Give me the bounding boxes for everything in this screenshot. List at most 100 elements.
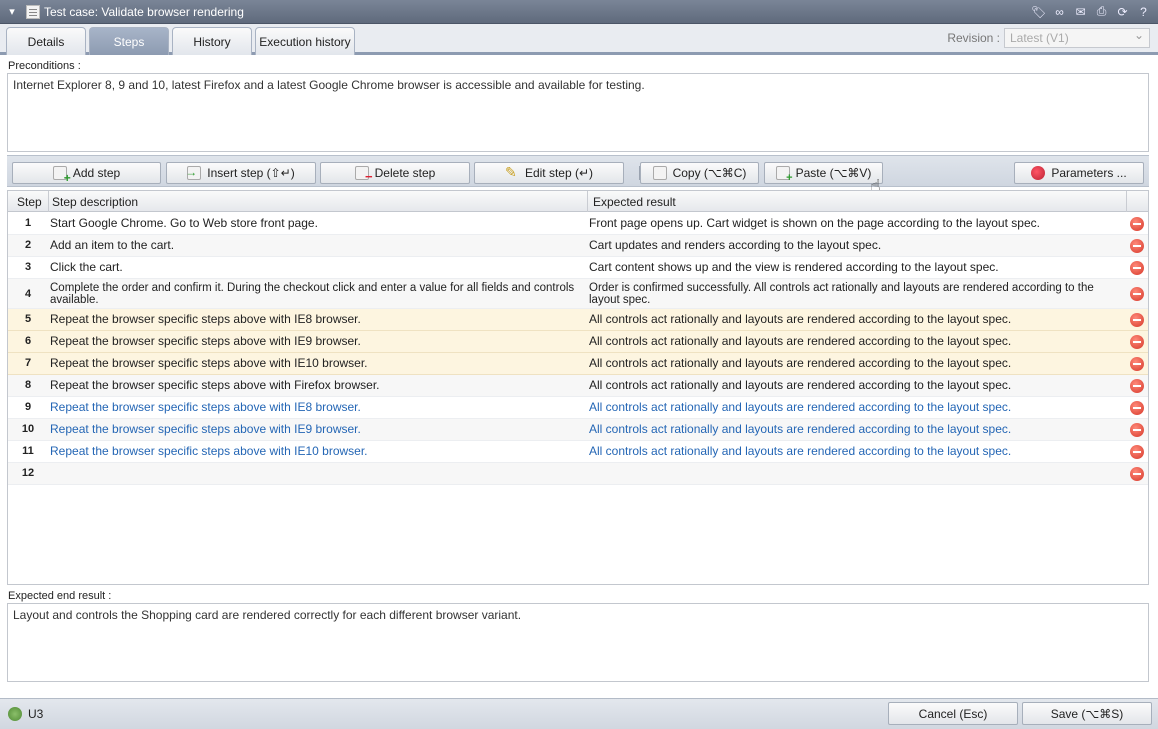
step-expected[interactable]: Cart updates and renders according to th…: [589, 239, 1124, 251]
step-expected[interactable]: All controls act rationally and layouts …: [589, 335, 1124, 347]
paste-button[interactable]: Paste (⌥⌘V): [764, 162, 883, 184]
table-row[interactable]: 1 Start Google Chrome. Go to Web store f…: [8, 213, 1148, 235]
step-number: 8: [24, 379, 32, 391]
copy-button[interactable]: Copy (⌥⌘C): [640, 162, 759, 184]
step-number: 2: [24, 239, 32, 251]
copy-label: Copy (⌥⌘C): [672, 166, 747, 180]
collapse-chevron-icon[interactable]: ▾: [2, 5, 22, 18]
table-row[interactable]: 12: [8, 463, 1148, 485]
help-icon[interactable]: ?: [1135, 3, 1152, 20]
preconditions-field[interactable]: Internet Explorer 8, 9 and 10, latest Fi…: [7, 73, 1149, 152]
table-row[interactable]: 10 Repeat the browser specific steps abo…: [8, 419, 1148, 441]
step-expected[interactable]: All controls act rationally and layouts …: [589, 313, 1124, 325]
header-description[interactable]: Step description: [52, 195, 138, 209]
step-number: 7: [24, 357, 32, 369]
refresh-icon[interactable]: ⟳: [1114, 3, 1131, 20]
table-row[interactable]: 7 Repeat the browser specific steps abov…: [8, 353, 1148, 375]
mail-icon[interactable]: ✉: [1072, 3, 1089, 20]
tab-execution-history[interactable]: Execution history: [255, 27, 355, 55]
add-step-button[interactable]: Add step: [12, 162, 161, 185]
table-row[interactable]: 11 Repeat the browser specific steps abo…: [8, 441, 1148, 463]
link-icon[interactable]: ∞: [1051, 3, 1068, 20]
table-row[interactable]: 6 Repeat the browser specific steps abov…: [8, 331, 1148, 353]
revision-selector: Revision : Latest (V1): [947, 28, 1150, 48]
tab-steps[interactable]: Steps: [89, 27, 169, 55]
step-description[interactable]: Repeat the browser specific steps above …: [50, 401, 580, 413]
insert-step-icon: [185, 165, 202, 180]
remove-row-icon[interactable]: [1130, 313, 1144, 327]
table-row[interactable]: 4 Complete the order and confirm it. Dur…: [8, 279, 1148, 309]
title-toolbar: 🏷 ∞ ✉ ⎙ ⟳ ?: [1030, 3, 1152, 20]
remove-row-icon[interactable]: [1130, 401, 1144, 415]
revision-select[interactable]: Latest (V1): [1004, 28, 1150, 48]
window-titlebar: ▾ Test case: Validate browser rendering …: [0, 0, 1158, 24]
remove-row-icon[interactable]: [1130, 467, 1144, 481]
header-expected[interactable]: Expected result: [593, 195, 676, 209]
remove-row-icon[interactable]: [1130, 357, 1144, 371]
edit-step-button[interactable]: Edit step (↵): [474, 162, 624, 184]
add-step-label: Add step: [72, 166, 121, 180]
insert-step-button[interactable]: Insert step (⇧↵): [166, 162, 316, 184]
grid-header: Step Step description Expected result: [8, 191, 1148, 212]
project-name: U3: [28, 707, 44, 721]
delete-step-icon: [354, 166, 373, 184]
step-description[interactable]: Click the cart.: [50, 261, 580, 273]
table-row[interactable]: 3 Click the cart. Cart content shows up …: [8, 257, 1148, 279]
remove-row-icon[interactable]: [1130, 287, 1144, 301]
step-description[interactable]: Start Google Chrome. Go to Web store fro…: [50, 217, 580, 229]
pencil-icon: [505, 164, 519, 181]
end-result-field[interactable]: Layout and controls the Shopping card ar…: [7, 603, 1149, 682]
step-description[interactable]: Complete the order and confirm it. Durin…: [50, 282, 580, 306]
window-title: Test case: Validate browser rendering: [44, 4, 244, 19]
step-expected[interactable]: Order is confirmed successfully. All con…: [589, 282, 1124, 306]
remove-row-icon[interactable]: [1130, 423, 1144, 437]
step-expected[interactable]: All controls act rationally and layouts …: [589, 379, 1124, 391]
table-row[interactable]: 9 Repeat the browser specific steps abov…: [8, 397, 1148, 419]
step-description[interactable]: Repeat the browser specific steps above …: [50, 379, 580, 391]
table-row[interactable]: 8 Repeat the browser specific steps abov…: [8, 375, 1148, 397]
paste-label: Paste (⌥⌘V): [795, 166, 872, 180]
header-step[interactable]: Step: [17, 195, 42, 209]
tab-bar: Details Steps History Execution history …: [0, 24, 1158, 55]
step-number: 5: [24, 313, 32, 325]
insert-step-label: Insert step (⇧↵): [207, 166, 295, 180]
end-result-label: Expected end result :: [8, 590, 112, 602]
tab-history[interactable]: History: [172, 27, 252, 55]
step-number: 3: [24, 261, 32, 273]
cancel-button[interactable]: Cancel (Esc): [888, 702, 1018, 725]
step-number: 1: [24, 217, 32, 229]
step-expected[interactable]: All controls act rationally and layouts …: [589, 445, 1124, 457]
remove-row-icon[interactable]: [1130, 217, 1144, 231]
tag-icon[interactable]: 🏷: [1030, 3, 1047, 20]
remove-row-icon[interactable]: [1130, 445, 1144, 459]
remove-row-icon[interactable]: [1130, 379, 1144, 393]
delete-step-label: Delete step: [374, 166, 436, 180]
table-row[interactable]: 5 Repeat the browser specific steps abov…: [8, 309, 1148, 331]
step-expected[interactable]: All controls act rationally and layouts …: [589, 401, 1124, 413]
step-description[interactable]: Repeat the browser specific steps above …: [50, 313, 580, 325]
step-description[interactable]: Repeat the browser specific steps above …: [50, 335, 580, 347]
remove-row-icon[interactable]: [1130, 261, 1144, 275]
save-button[interactable]: Save (⌥⌘S): [1022, 702, 1152, 725]
step-description[interactable]: Repeat the browser specific steps above …: [50, 423, 580, 435]
step-expected[interactable]: Cart content shows up and the view is re…: [589, 261, 1124, 273]
step-expected[interactable]: All controls act rationally and layouts …: [589, 423, 1124, 435]
add-step-icon: [52, 166, 71, 185]
remove-row-icon[interactable]: [1130, 335, 1144, 349]
step-expected[interactable]: Front page opens up. Cart widget is show…: [589, 217, 1124, 229]
remove-row-icon[interactable]: [1130, 239, 1144, 253]
test-case-icon: [26, 4, 40, 19]
step-expected[interactable]: All controls act rationally and layouts …: [589, 357, 1124, 369]
step-description[interactable]: Repeat the browser specific steps above …: [50, 445, 580, 457]
parameters-button[interactable]: Parameters ...: [1014, 162, 1144, 184]
step-description[interactable]: Repeat the browser specific steps above …: [50, 357, 580, 369]
step-number: 12: [21, 467, 35, 479]
project-icon: [8, 707, 22, 721]
table-row[interactable]: 2 Add an item to the cart. Cart updates …: [8, 235, 1148, 257]
print-icon[interactable]: ⎙: [1093, 3, 1110, 20]
revision-label: Revision :: [947, 31, 1000, 45]
parameters-icon: [1031, 166, 1046, 180]
step-description[interactable]: Add an item to the cart.: [50, 239, 580, 251]
tab-details[interactable]: Details: [6, 27, 86, 55]
delete-step-button[interactable]: Delete step: [320, 162, 470, 184]
